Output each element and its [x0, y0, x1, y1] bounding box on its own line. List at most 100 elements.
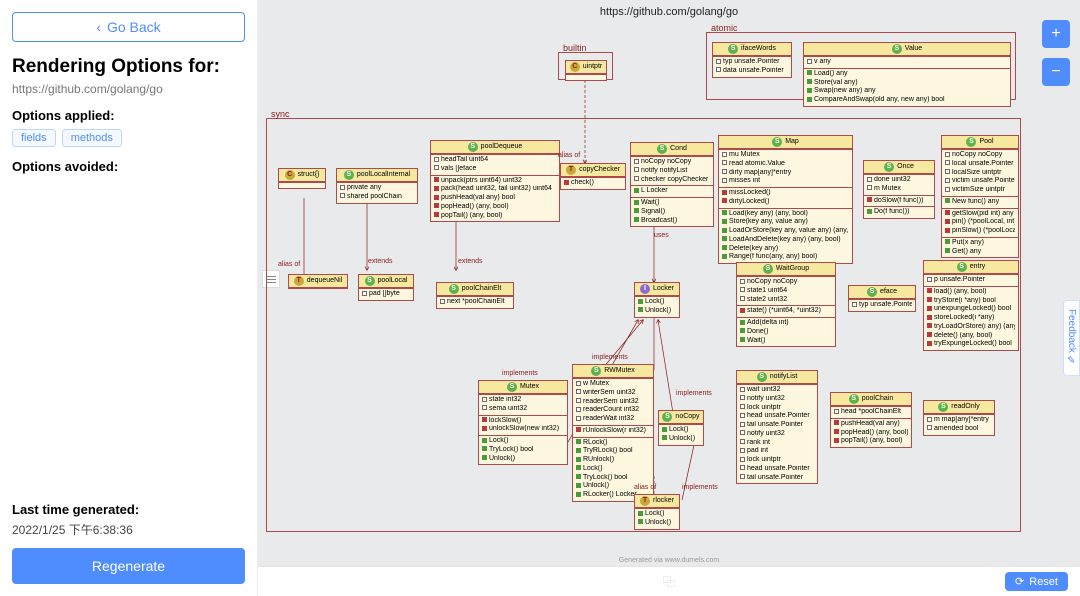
- methods_g: Lock()Unlock(): [635, 296, 679, 317]
- methods_g: Load(key any) (any, bool)Store(key any, …: [719, 208, 852, 264]
- methods_g: Add(delta int)Done()Wait(): [737, 317, 835, 346]
- methods_r: check(): [561, 177, 625, 189]
- uml-Locker[interactable]: ILocker Lock()Unlock(): [634, 282, 680, 318]
- fields: mu Mutexread atomic.Valuedirty map[any]*…: [719, 149, 852, 187]
- uml-notifyList[interactable]: SnotifyList wait uint32notify uint32lock…: [736, 370, 818, 484]
- fields: state int32sema uint32: [479, 394, 567, 415]
- fields: noCopy noCopylocal unsafe.PointerlocalSi…: [942, 149, 1018, 196]
- uml-Pool[interactable]: SPool noCopy noCopylocal unsafe.Pointerl…: [941, 135, 1019, 258]
- bottom-toolbar: ⿻: [258, 566, 1080, 596]
- fields: w MutexwriterSem uint32readerSem uint32r…: [573, 378, 653, 425]
- methods_r: getSlow(pid int) anypin() (*poolLocal, i…: [942, 208, 1018, 237]
- uml-readOnly[interactable]: SreadOnly m map[any]*entryamended bool: [923, 400, 995, 436]
- methods_g: Load() anyStore(val any)Swap(new any) an…: [804, 68, 1010, 106]
- anno-alias-of-copychecker: alias of: [558, 152, 580, 159]
- reset-icon: ⟳: [1015, 575, 1024, 588]
- options-avoided-label: Options avoided:: [12, 159, 245, 174]
- methods_r: doSlow(f func()): [864, 195, 934, 207]
- fields: v any: [804, 56, 1010, 68]
- fields: noCopy noCopynotify notifyListchecker co…: [631, 156, 713, 185]
- uml-entry[interactable]: Sentry p unsafe.Pointer load() (any, boo…: [923, 260, 1019, 351]
- uml-poolChainElt[interactable]: SpoolChainElt next *poolChainElt: [436, 282, 514, 309]
- anno-implements-rwmutex: implements: [592, 354, 628, 361]
- uml-struct[interactable]: Cstruct{}: [278, 168, 326, 189]
- fields: typ unsafe.Pointerdata unsafe.Pointer: [713, 56, 791, 77]
- fields: noCopy noCopystate1 uint64state2 uint32: [737, 276, 835, 305]
- chevron-left-icon: ‹: [96, 19, 101, 35]
- uml-copyChecker[interactable]: TcopyChecker check(): [560, 163, 626, 190]
- sidebar: ‹ Go Back Rendering Options for: https:/…: [0, 0, 258, 596]
- uml-Mutex[interactable]: SMutex state int32sema uint32 lockSlow()…: [478, 380, 568, 465]
- methods_g: Lock()TryLock() boolUnlock(): [479, 435, 567, 464]
- repo-url: https://github.com/golang/go: [12, 82, 245, 96]
- fields: p unsafe.Pointer: [924, 274, 1018, 286]
- fields: typ unsafe.Pointer: [849, 299, 915, 311]
- uml-poolChain[interactable]: SpoolChain head *poolChainElt pushHead(v…: [830, 392, 912, 448]
- zoom-out-button[interactable]: −: [1042, 58, 1070, 86]
- methods_r: pushHead(val any)popHead() (any, bool)po…: [831, 418, 911, 447]
- feedback-label: Feedback: [1066, 309, 1077, 353]
- uml-rlocker[interactable]: Trlocker Lock()Unlock(): [634, 494, 680, 530]
- anno-alias-of-rlocker: alias of: [634, 484, 656, 491]
- uml-Once[interactable]: SOnce done uint32m Mutex doSlow(f func()…: [863, 160, 935, 219]
- uml-poolLocal[interactable]: SpoolLocal pad []byte: [358, 274, 414, 301]
- uml-poolDequeue[interactable]: SpoolDequeue headTail uint64vals []eface…: [430, 140, 560, 222]
- uml-eface[interactable]: Seface typ unsafe.Pointer: [848, 285, 916, 312]
- anno-implements-mutex: implements: [502, 370, 538, 377]
- methods_g: Put(x any)Get() any: [942, 237, 1018, 258]
- uml-RWMutex[interactable]: SRWMutex w MutexwriterSem uint32readerSe…: [572, 364, 654, 502]
- fields_g: New func() any: [942, 196, 1018, 208]
- uml-poolLocalInternal[interactable]: SpoolLocalInternal private anyshared poo…: [336, 168, 418, 204]
- uml-WaitGroup[interactable]: SWaitGroup noCopy noCopystate1 uint64sta…: [736, 262, 836, 347]
- regenerate-button[interactable]: Regenerate: [12, 548, 245, 584]
- methods_r: rUnlockSlow(r int32): [573, 425, 653, 437]
- pkg-builtin-label: builtin: [563, 43, 587, 53]
- reset-label: Reset: [1029, 576, 1058, 588]
- fields: pad []byte: [359, 288, 413, 300]
- uml-Cond[interactable]: SCond noCopy noCopynotify notifyListchec…: [630, 142, 714, 227]
- tag-fields[interactable]: fields: [12, 129, 56, 147]
- anno-extends-poolchainelt: extends: [458, 258, 483, 265]
- methods_g: Lock()Unlock(): [659, 424, 703, 445]
- anno-implements-nocopy: implements: [676, 390, 712, 397]
- pkg-atomic-label: atomic: [711, 23, 738, 33]
- fields: done uint32m Mutex: [864, 174, 934, 195]
- go-back-label: Go Back: [107, 19, 161, 35]
- go-back-button[interactable]: ‹ Go Back: [12, 12, 245, 42]
- anno-extends-poollocal: extends: [368, 258, 393, 265]
- anno-alias-of-dequeuenil: alias of: [278, 261, 300, 268]
- diagram-canvas[interactable]: https://github.com/golang/go atomic buil…: [258, 0, 1080, 596]
- uml-uintptr[interactable]: Cuintptr: [565, 60, 607, 81]
- methods_g: Do(f func()): [864, 206, 934, 218]
- methods_r: load() (any, bool)tryStore(i *any) boolu…: [924, 286, 1018, 350]
- fields: headTail uint64vals []eface: [431, 154, 559, 175]
- fields: next *poolChainElt: [437, 296, 513, 308]
- feedback-tab[interactable]: Feedback ✎: [1063, 300, 1080, 376]
- methods_r: unpack(ptrs uint64) uint32pack(head uint…: [431, 175, 559, 222]
- tag-methods[interactable]: methods: [62, 129, 122, 147]
- pkg-sync-label: sync: [271, 109, 290, 119]
- anno-uses-locker: uses: [654, 232, 669, 239]
- fields: private anyshared poolChain: [337, 182, 417, 203]
- zoom-in-button[interactable]: +: [1042, 20, 1070, 48]
- methods_r: state() (*uint64, *uint32): [737, 305, 835, 317]
- last-time-value: 2022/1/25 下午6:38:36: [12, 521, 245, 538]
- page-title: Rendering Options for:: [12, 56, 245, 78]
- options-applied-label: Options applied:: [12, 108, 245, 123]
- reset-button[interactable]: ⟳ Reset: [1005, 572, 1068, 591]
- last-time-label: Last time generated:: [12, 502, 245, 517]
- fields: wait uint32notify uint32lock uintptrhead…: [737, 384, 817, 483]
- fields_g: L Locker: [631, 185, 713, 197]
- uml-ifaceWords[interactable]: SifaceWords typ unsafe.Pointerdata unsaf…: [712, 42, 792, 78]
- uml-dequeueNil[interactable]: TdequeueNil: [288, 274, 348, 289]
- uml-Value[interactable]: SValue v any Load() anyStore(val any)Swa…: [803, 42, 1011, 107]
- canvas-title: https://github.com/golang/go: [258, 6, 1080, 18]
- generated-note: Generated via www.dumels.com: [258, 557, 1080, 564]
- diagram-icon: ⿻: [663, 573, 675, 590]
- fields: head *poolChainElt: [831, 406, 911, 418]
- uml-Map[interactable]: SMap mu Mutexread atomic.Valuedirty map[…: [718, 135, 853, 264]
- uml-noCopy[interactable]: SnoCopy Lock()Unlock(): [658, 410, 704, 446]
- methods_r: lockSlow()unlockSlow(new int32): [479, 415, 567, 436]
- methods_g: Lock()Unlock(): [635, 508, 679, 529]
- methods_g: Wait()Signal()Broadcast(): [631, 197, 713, 226]
